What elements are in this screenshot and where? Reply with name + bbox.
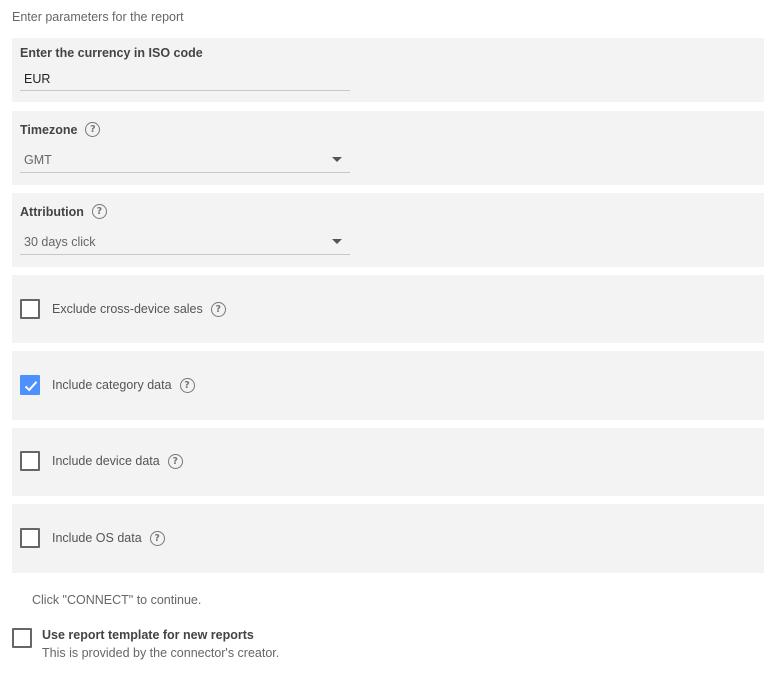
checkmark-icon bbox=[24, 381, 38, 392]
report-parameters-page: Enter parameters for the report Enter th… bbox=[0, 0, 775, 673]
report-template-checkbox[interactable] bbox=[12, 628, 32, 648]
category-checkbox[interactable] bbox=[20, 375, 40, 395]
currency-input[interactable] bbox=[20, 67, 350, 91]
caret-down-icon bbox=[332, 157, 342, 162]
timezone-label: Timezone ? bbox=[20, 122, 101, 137]
option-os[interactable]: Include OS data ? bbox=[20, 528, 165, 548]
caret-down-icon bbox=[332, 239, 342, 244]
timezone-panel: Timezone ? GMT bbox=[12, 111, 764, 185]
report-template-title: Use report template for new reports bbox=[42, 628, 254, 642]
os-help-icon[interactable]: ? bbox=[149, 530, 165, 546]
attribution-select[interactable]: 30 days click bbox=[20, 231, 350, 255]
currency-label: Enter the currency in ISO code bbox=[20, 46, 203, 60]
cross-device-help-icon[interactable]: ? bbox=[210, 301, 226, 317]
option-device[interactable]: Include device data ? bbox=[20, 451, 183, 471]
attribution-label: Attribution ? bbox=[20, 204, 107, 219]
option-panel-category: Include category data ? bbox=[12, 351, 764, 420]
report-template-subtitle: This is provided by the connector's crea… bbox=[42, 646, 280, 660]
cross-device-checkbox[interactable] bbox=[20, 299, 40, 319]
category-label: Include category data bbox=[52, 378, 172, 392]
os-checkbox[interactable] bbox=[20, 528, 40, 548]
currency-panel: Enter the currency in ISO code bbox=[12, 38, 764, 102]
attribution-panel: Attribution ? 30 days click bbox=[12, 193, 764, 267]
category-help-icon[interactable]: ? bbox=[179, 377, 195, 393]
option-panel-os: Include OS data ? bbox=[12, 504, 764, 573]
timezone-value: GMT bbox=[24, 153, 52, 167]
connect-note: Click "CONNECT" to continue. bbox=[32, 593, 202, 607]
option-panel-device: Include device data ? bbox=[12, 428, 764, 496]
attribution-value: 30 days click bbox=[24, 235, 96, 249]
device-checkbox[interactable] bbox=[20, 451, 40, 471]
device-label: Include device data bbox=[52, 454, 160, 468]
report-template-text: Use report template for new reports This… bbox=[42, 628, 279, 660]
attribution-help-icon[interactable]: ? bbox=[91, 204, 107, 219]
page-intro: Enter parameters for the report bbox=[12, 10, 184, 24]
timezone-select[interactable]: GMT bbox=[20, 149, 350, 173]
cross-device-label: Exclude cross-device sales bbox=[52, 302, 203, 316]
timezone-help-icon[interactable]: ? bbox=[85, 122, 101, 137]
device-help-icon[interactable]: ? bbox=[167, 453, 183, 469]
option-panel-cross-device: Exclude cross-device sales ? bbox=[12, 275, 764, 343]
os-label: Include OS data bbox=[52, 531, 142, 545]
option-category[interactable]: Include category data ? bbox=[20, 375, 195, 395]
report-template-option[interactable]: Use report template for new reports This… bbox=[12, 628, 279, 660]
option-cross-device[interactable]: Exclude cross-device sales ? bbox=[20, 299, 226, 319]
